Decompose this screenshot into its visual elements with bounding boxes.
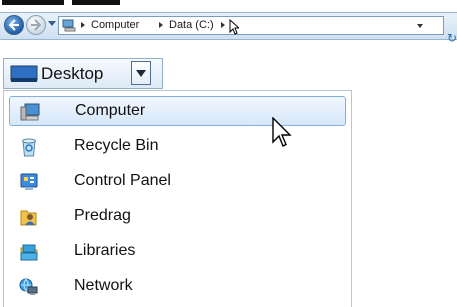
refresh-icon[interactable]: ↻ (447, 31, 457, 45)
desktop-dropdown-button[interactable] (131, 61, 151, 85)
list-item-computer[interactable]: Computer (9, 96, 346, 126)
computer-icon (20, 103, 40, 121)
breadcrumb-data-drive[interactable]: Data (C:) (169, 19, 214, 31)
computer-small-icon (62, 19, 76, 32)
desktop-selector[interactable]: Desktop (3, 58, 163, 89)
list-item-recycle-bin[interactable]: Recycle Bin (9, 132, 346, 162)
breadcrumb-computer[interactable]: Computer (91, 19, 139, 31)
recent-pages-dropdown[interactable] (48, 21, 56, 26)
cropped-title-fragment (0, 0, 457, 10)
network-icon (19, 278, 38, 295)
address-field[interactable]: Computer Data (C:) (58, 16, 444, 35)
list-item-label: Control Panel (74, 172, 171, 189)
mouse-cursor-icon (229, 19, 239, 35)
breadcrumb-separator-icon[interactable] (159, 22, 163, 28)
back-arrow-icon (8, 19, 19, 31)
list-item-libraries[interactable]: Libraries (9, 237, 346, 267)
recycle-bin-icon (22, 138, 36, 157)
list-item-label: Predrag (74, 207, 131, 224)
user-folder-icon (20, 210, 37, 226)
breadcrumb-separator-icon[interactable] (221, 22, 225, 28)
libraries-icon (20, 244, 38, 261)
control-panel-icon (20, 173, 38, 190)
list-item-label: Computer (75, 102, 146, 119)
list-item-predrag[interactable]: Predrag (9, 202, 346, 232)
list-item-network[interactable]: Network (9, 272, 346, 302)
forward-button[interactable] (26, 15, 46, 35)
desktop-label: Desktop (41, 64, 104, 83)
chevron-down-icon (136, 70, 146, 77)
list-item-label: Network (74, 277, 133, 294)
breadcrumb-separator-icon[interactable] (81, 22, 85, 28)
forward-arrow-icon (31, 19, 42, 31)
mouse-cursor-icon (272, 117, 292, 147)
desktop-icon (10, 65, 38, 82)
address-dropdown-icon[interactable] (417, 24, 423, 28)
list-item-control-panel[interactable]: Control Panel (9, 167, 346, 197)
list-item-label: Libraries (74, 242, 136, 259)
desktop-dropdown-list: Computer Recycle Bin Control Panel Predr… (3, 90, 352, 307)
back-button[interactable] (4, 15, 24, 35)
list-item-label: Recycle Bin (74, 137, 159, 154)
